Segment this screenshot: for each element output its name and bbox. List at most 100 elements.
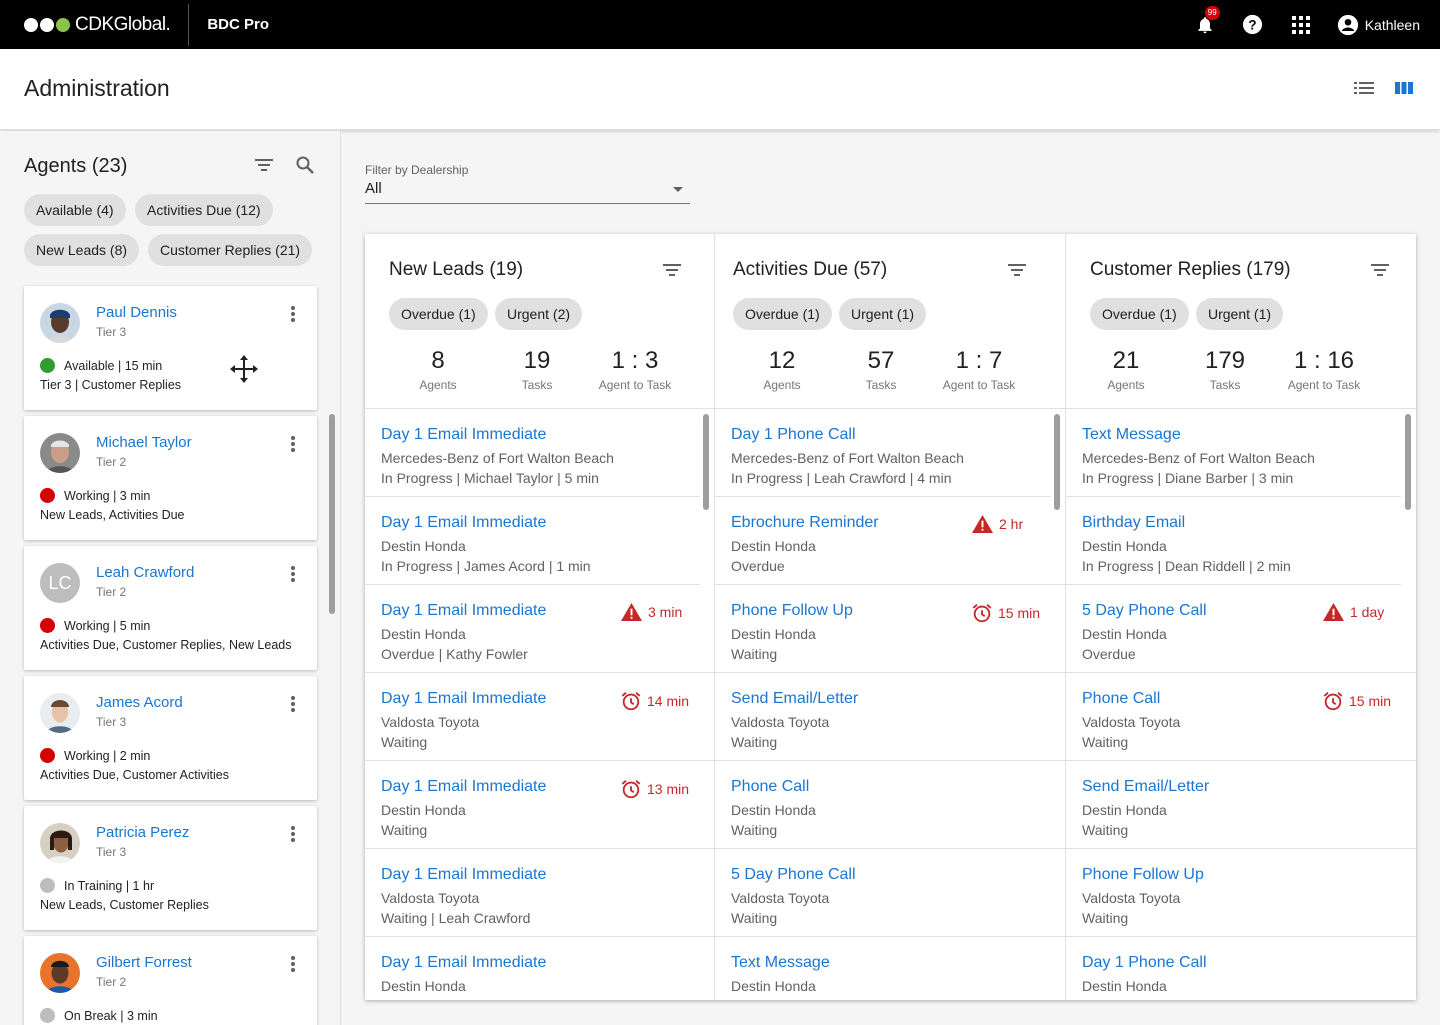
agent-queues: New Leads, Activities Due — [40, 508, 185, 522]
task-card[interactable]: 5 Day Phone Call 1 day Destin Honda Over… — [1066, 585, 1416, 673]
task-title[interactable]: 5 Day Phone Call — [731, 866, 856, 884]
agent-name[interactable]: Michael Taylor — [96, 434, 192, 451]
filter-icon — [1008, 264, 1026, 276]
topbar-divider — [188, 3, 190, 46]
task-title[interactable]: 5 Day Phone Call — [1082, 602, 1207, 620]
task-title[interactable]: Day 1 Email Immediate — [381, 866, 546, 884]
task-title[interactable]: Day 1 Email Immediate — [381, 426, 546, 444]
svg-text:?: ? — [1249, 17, 1257, 32]
task-dealer: Mercedes-Benz of Fort Walton Beach — [381, 450, 614, 466]
chip-activities-due[interactable]: Activities Due (12) — [135, 194, 273, 226]
task-title[interactable]: Day 1 Email Immediate — [381, 514, 546, 532]
column-scrollbar[interactable] — [1054, 414, 1060, 510]
task-card[interactable]: Birthday Email Destin Honda In Progress … — [1066, 497, 1401, 585]
task-card[interactable]: Phone Follow Up Valdosta Toyota Waiting — [1066, 849, 1416, 937]
task-card[interactable]: Text Message Destin Honda Waiting — [715, 937, 1065, 1000]
task-card[interactable]: Day 1 Email Immediate Destin Honda Waiti… — [365, 937, 714, 1000]
more-vert-icon[interactable] — [291, 826, 295, 844]
task-card[interactable]: 5 Day Phone Call Valdosta Toyota Waiting — [715, 849, 1065, 937]
task-card[interactable]: Day 1 Phone Call Destin Honda Waiting — [1066, 937, 1416, 1000]
agent-name[interactable]: Leah Crawford — [96, 564, 194, 581]
task-card[interactable]: Send Email/Letter Valdosta Toyota Waitin… — [715, 673, 1065, 761]
task-title[interactable]: Day 1 Email Immediate — [381, 602, 546, 620]
notifications-button[interactable]: 99 — [1193, 5, 1220, 37]
task-card[interactable]: Day 1 Email Immediate 13 min Destin Hond… — [365, 761, 714, 849]
chip-new-leads[interactable]: New Leads (8) — [24, 234, 140, 266]
agent-name[interactable]: James Acord — [96, 694, 183, 711]
agent-card[interactable]: James Acord Tier 3 Working | 2 min Activ… — [24, 676, 317, 800]
task-card[interactable]: Text Message Mercedes-Benz of Fort Walto… — [1066, 409, 1401, 497]
task-title[interactable]: Birthday Email — [1082, 514, 1185, 532]
chip-available[interactable]: Available (4) — [24, 194, 126, 226]
chip-urgent[interactable]: Urgent (1) — [1196, 298, 1284, 330]
task-title[interactable]: Phone Call — [1082, 690, 1160, 708]
chip-customer-replies[interactable]: Customer Replies (21) — [148, 234, 313, 266]
agent-card[interactable]: Michael Taylor Tier 2 Working | 3 min Ne… — [24, 416, 317, 540]
task-dealer: Destin Honda — [1082, 626, 1167, 642]
task-card[interactable]: Phone Call Destin Honda Waiting — [715, 761, 1065, 849]
column-filter-button[interactable] — [1007, 263, 1027, 284]
task-title[interactable]: Day 1 Email Immediate — [381, 690, 546, 708]
task-card[interactable]: Ebrochure Reminder 2 hr Destin Honda Ove… — [715, 497, 1065, 585]
agents-filter-button[interactable] — [254, 155, 274, 180]
search-icon — [296, 156, 314, 174]
task-card[interactable]: Phone Follow Up 15 min Destin Honda Wait… — [715, 585, 1065, 673]
agent-card[interactable]: Gilbert Forrest Tier 2 On Break | 3 min — [24, 936, 317, 1025]
agent-card[interactable]: Patricia Perez Tier 3 In Training | 1 hr… — [24, 806, 317, 930]
task-title[interactable]: Day 1 Phone Call — [731, 426, 856, 444]
agent-name[interactable]: Patricia Perez — [96, 824, 189, 841]
stat-tasks: 19 Tasks — [521, 347, 553, 392]
task-card[interactable]: Day 1 Email Immediate Valdosta Toyota Wa… — [365, 849, 714, 937]
dealership-filter-select[interactable]: All — [365, 180, 690, 204]
column-scrollbar[interactable] — [703, 414, 709, 510]
task-card[interactable]: Send Email/Letter Destin Honda Waiting — [1066, 761, 1416, 849]
list-view-button[interactable] — [1354, 80, 1374, 101]
task-card[interactable]: Day 1 Email Immediate Mercedes-Benz of F… — [365, 409, 700, 497]
agent-name[interactable]: Paul Dennis — [96, 304, 177, 321]
agent-card[interactable]: LC Leah Crawford Tier 2 Working | 5 min … — [24, 546, 317, 670]
chip-urgent[interactable]: Urgent (2) — [495, 298, 583, 330]
chip-overdue[interactable]: Overdue (1) — [733, 298, 832, 330]
apps-button[interactable] — [1289, 13, 1313, 37]
task-card[interactable]: Day 1 Email Immediate 14 min Valdosta To… — [365, 673, 714, 761]
more-vert-icon[interactable] — [291, 436, 295, 454]
task-title[interactable]: Text Message — [1082, 426, 1181, 444]
more-vert-icon[interactable] — [291, 696, 295, 714]
task-dealer: Destin Honda — [1082, 538, 1167, 554]
task-title[interactable]: Send Email/Letter — [731, 690, 858, 708]
help-button[interactable]: ? — [1241, 13, 1265, 37]
task-dealer: Valdosta Toyota — [731, 890, 830, 906]
task-card[interactable]: Day 1 Email Immediate 3 min Destin Honda… — [365, 585, 714, 673]
task-title[interactable]: Day 1 Email Immediate — [381, 778, 546, 796]
column-filter-button[interactable] — [662, 263, 682, 284]
user-menu[interactable]: Kathleen — [1337, 14, 1420, 36]
sidebar-scrollbar[interactable] — [329, 414, 335, 614]
agents-search-button[interactable] — [295, 155, 315, 180]
task-card[interactable]: Phone Call 15 min Valdosta Toyota Waitin… — [1066, 673, 1416, 761]
agent-card[interactable]: Paul Dennis Tier 3 Available | 15 min Ti… — [24, 286, 317, 410]
task-title[interactable]: Day 1 Email Immediate — [381, 954, 546, 972]
task-title[interactable]: Phone Follow Up — [731, 602, 853, 620]
task-title[interactable]: Text Message — [731, 954, 830, 972]
cdk-logo[interactable]: CDKGlobal. — [24, 14, 171, 36]
task-title[interactable]: Send Email/Letter — [1082, 778, 1209, 796]
column-filter-button[interactable] — [1370, 263, 1390, 284]
drag-move-icon[interactable] — [229, 354, 259, 389]
alarm-icon — [972, 604, 992, 623]
more-vert-icon[interactable] — [291, 956, 295, 974]
task-title[interactable]: Phone Follow Up — [1082, 866, 1204, 884]
column-scrollbar[interactable] — [1405, 414, 1411, 510]
chip-urgent[interactable]: Urgent (1) — [839, 298, 927, 330]
task-title[interactable]: Ebrochure Reminder — [731, 514, 879, 532]
more-vert-icon[interactable] — [291, 566, 295, 584]
more-vert-icon[interactable] — [291, 306, 295, 324]
task-card[interactable]: Day 1 Phone Call Mercedes-Benz of Fort W… — [715, 409, 1051, 497]
column-view-button[interactable] — [1395, 80, 1413, 101]
task-card[interactable]: Day 1 Email Immediate Destin Honda In Pr… — [365, 497, 700, 585]
chip-overdue[interactable]: Overdue (1) — [389, 298, 488, 330]
agent-name[interactable]: Gilbert Forrest — [96, 954, 192, 971]
urgent-flag: 15 min — [971, 602, 1040, 624]
chip-overdue[interactable]: Overdue (1) — [1090, 298, 1189, 330]
task-title[interactable]: Phone Call — [731, 778, 809, 796]
task-title[interactable]: Day 1 Phone Call — [1082, 954, 1207, 972]
